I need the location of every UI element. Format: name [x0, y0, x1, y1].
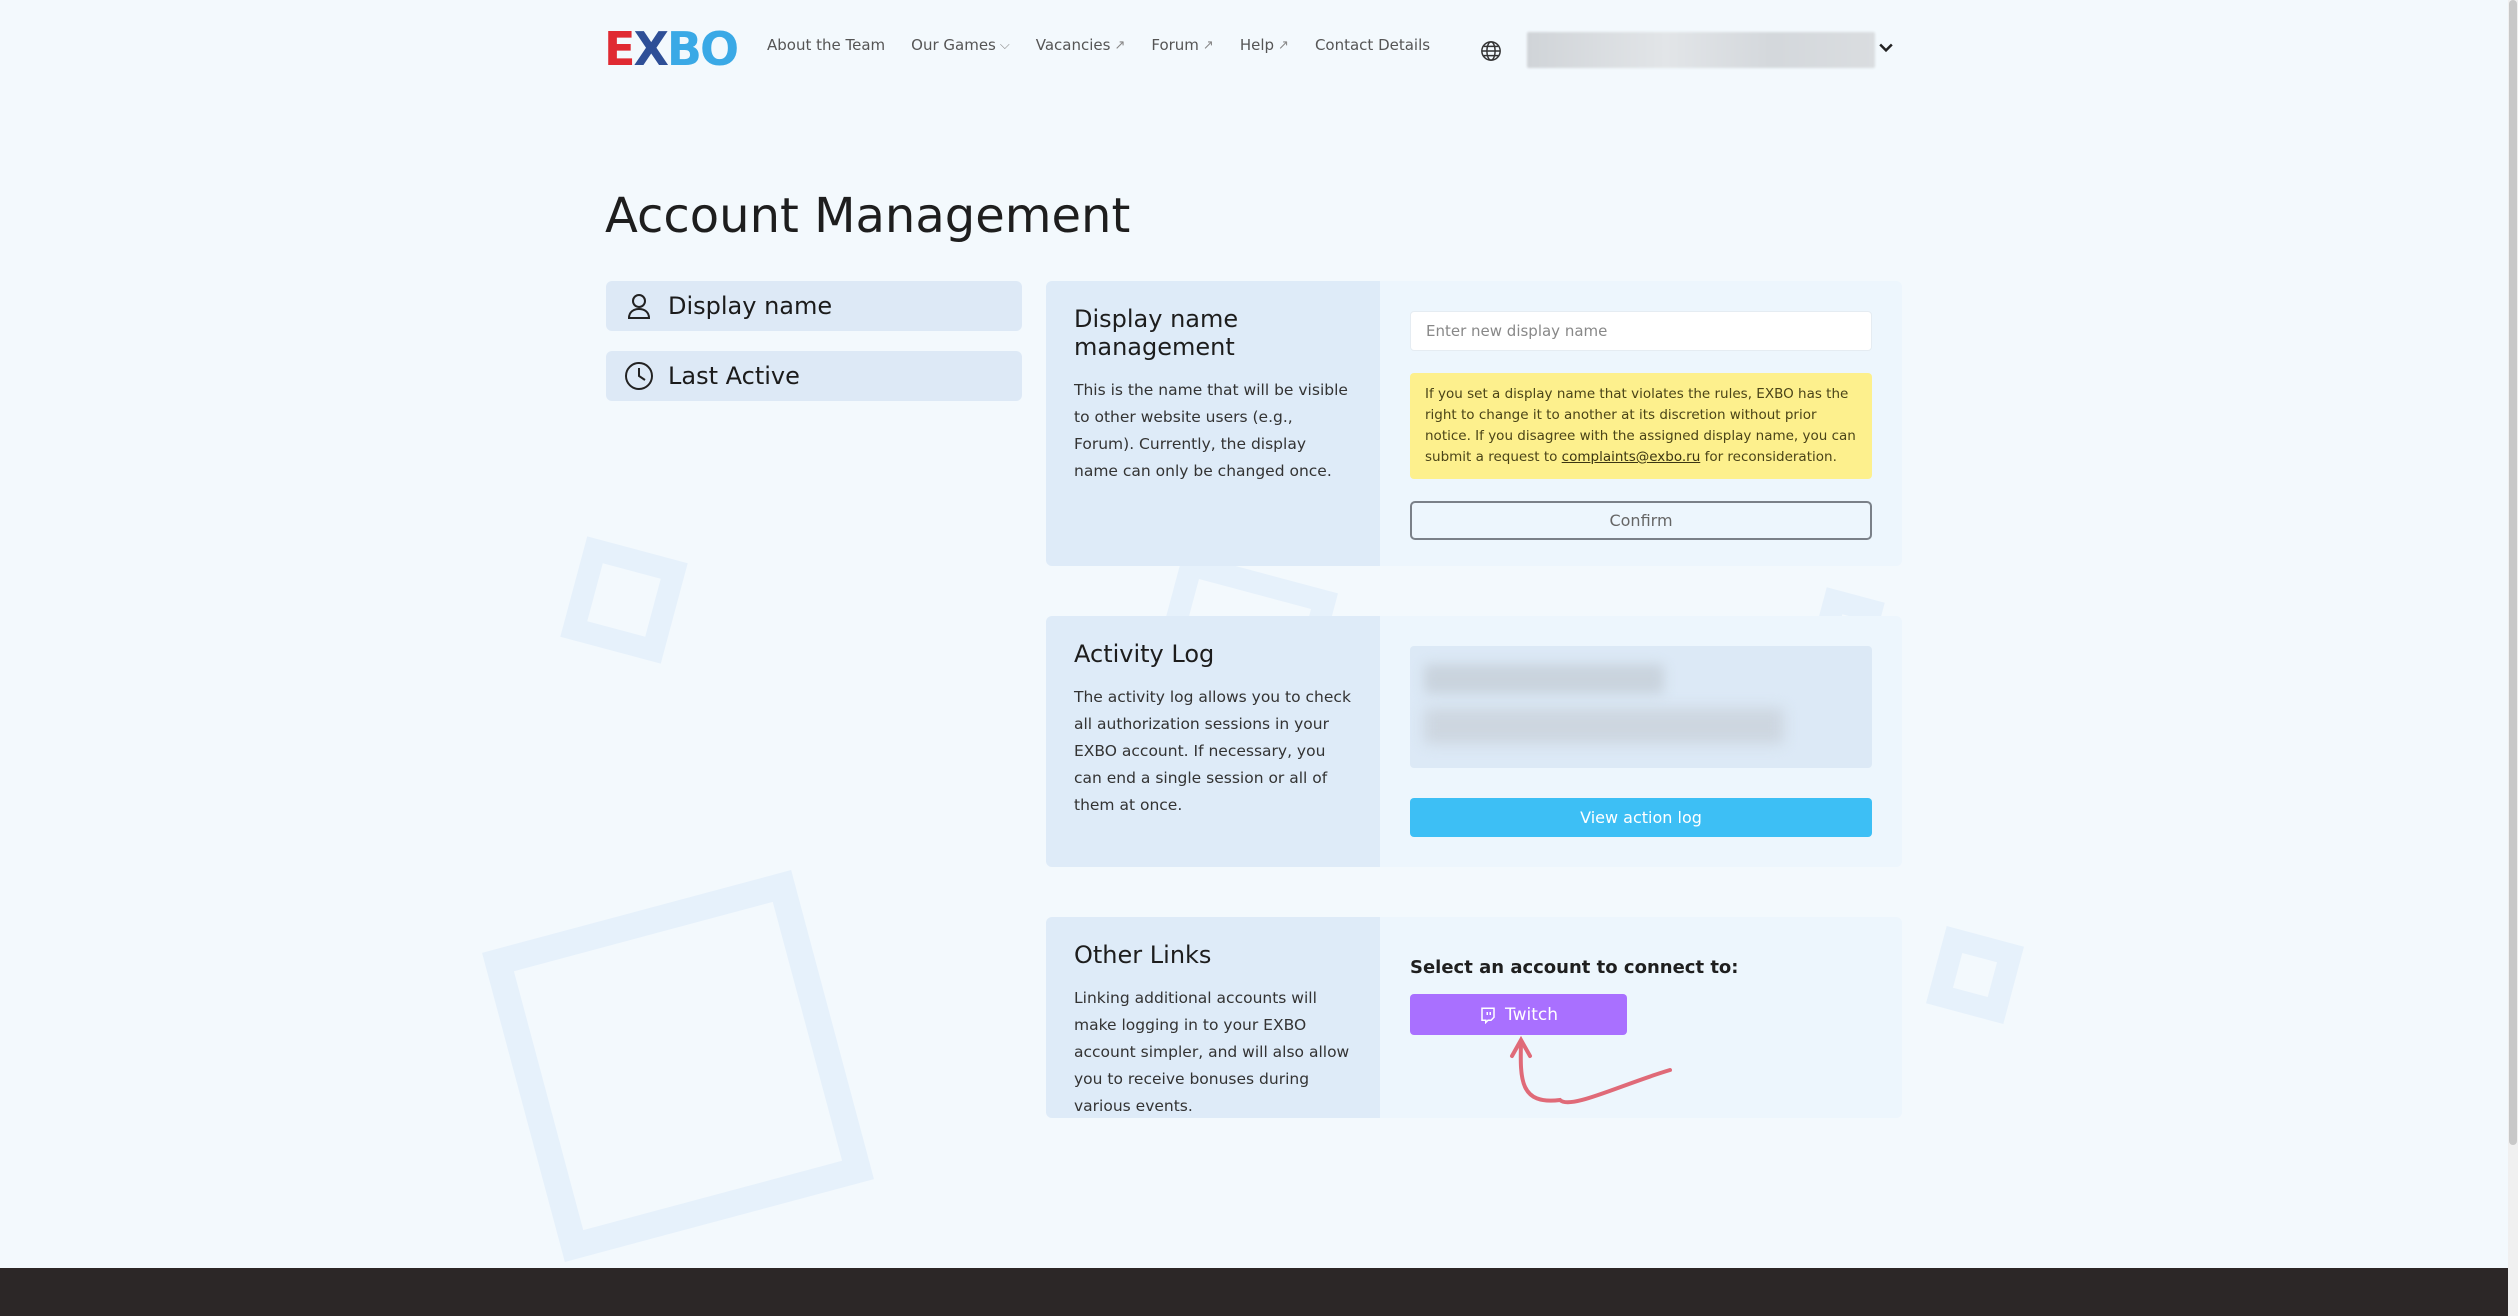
sidebar-item-label: Display name: [668, 292, 833, 320]
nav-contact-details[interactable]: Contact Details: [1315, 36, 1430, 54]
blurred-session: [1424, 708, 1784, 744]
card-title: Display name management: [1074, 305, 1239, 361]
display-name-card: Display name management This is the name…: [1046, 281, 1902, 566]
decorative-square: [482, 870, 874, 1262]
display-name-input[interactable]: [1410, 311, 1872, 351]
twitch-icon: [1481, 1007, 1495, 1024]
exbo-logo[interactable]: E X BO: [604, 26, 739, 72]
nav-our-games[interactable]: Our Games ⌵: [911, 36, 1010, 54]
activity-log-card: Activity Log The activity log allows you…: [1046, 616, 1902, 867]
card-info: Other Links Linking additional accounts …: [1046, 917, 1380, 1118]
external-link-icon: ↗: [1114, 37, 1126, 53]
user-icon: [627, 294, 651, 319]
card-description: The activity log allows you to check all…: [1074, 688, 1351, 814]
warning-notice: If you set a display name that violates …: [1410, 373, 1872, 479]
nav-help[interactable]: Help ↗: [1240, 36, 1289, 54]
nav-about-team[interactable]: About the Team: [767, 36, 885, 54]
scrollbar-thumb[interactable]: [2509, 0, 2517, 1145]
page-footer: [0, 1268, 2508, 1316]
account-menu[interactable]: [1527, 32, 1875, 68]
twitch-connect-button[interactable]: Twitch: [1410, 994, 1627, 1035]
globe-icon[interactable]: [1480, 40, 1502, 62]
connect-label: Select an account to connect to:: [1410, 957, 1739, 978]
chevron-down-icon: ⌵: [999, 37, 1010, 53]
clock-icon: [625, 362, 653, 390]
external-link-icon: ↗: [1278, 37, 1289, 53]
activity-log-preview: [1410, 646, 1872, 768]
main-nav: About the Team Our Games ⌵ Vacancies ↗ For…: [767, 36, 1456, 54]
view-action-log-button[interactable]: View action log: [1410, 798, 1872, 837]
external-link-icon: ↗: [1202, 37, 1214, 53]
card-description: Linking additional accounts will make lo…: [1074, 989, 1350, 1115]
page-title: Account Management: [605, 188, 1131, 244]
other-links-card: Other Links Linking additional accounts …: [1046, 917, 1902, 1118]
annotation-arrow: [1510, 1035, 1672, 1105]
card-info: Activity Log The activity log allows you…: [1046, 616, 1380, 867]
card-info: Display name management This is the name…: [1046, 281, 1380, 566]
card-actions: If you set a display name that violates …: [1380, 281, 1902, 566]
nav-forum[interactable]: Forum ↗: [1151, 36, 1213, 54]
sidebar-item-label: Last Active: [668, 362, 800, 390]
card-title: Other Links: [1074, 941, 1212, 969]
card-title: Activity Log: [1074, 640, 1215, 668]
decorative-square: [1926, 926, 2024, 1024]
card-description: This is the name that will be visible to…: [1074, 381, 1348, 480]
chevron-down-icon[interactable]: [1876, 37, 1896, 57]
sidebar-item-last-active[interactable]: Last Active: [606, 351, 1022, 401]
blurred-session: [1424, 664, 1664, 694]
nav-vacancies[interactable]: Vacancies ↗: [1036, 36, 1126, 54]
card-actions: View action log: [1380, 616, 1902, 867]
confirm-button[interactable]: Confirm: [1410, 501, 1872, 540]
sidebar-item-display-name[interactable]: Display name: [606, 281, 1022, 331]
complaints-email-link[interactable]: complaints@exbo.ru: [1562, 449, 1701, 465]
decorative-square: [560, 536, 688, 664]
page: E X BO About the Team Our Games ⌵ Vacancies…: [0, 0, 2508, 1316]
